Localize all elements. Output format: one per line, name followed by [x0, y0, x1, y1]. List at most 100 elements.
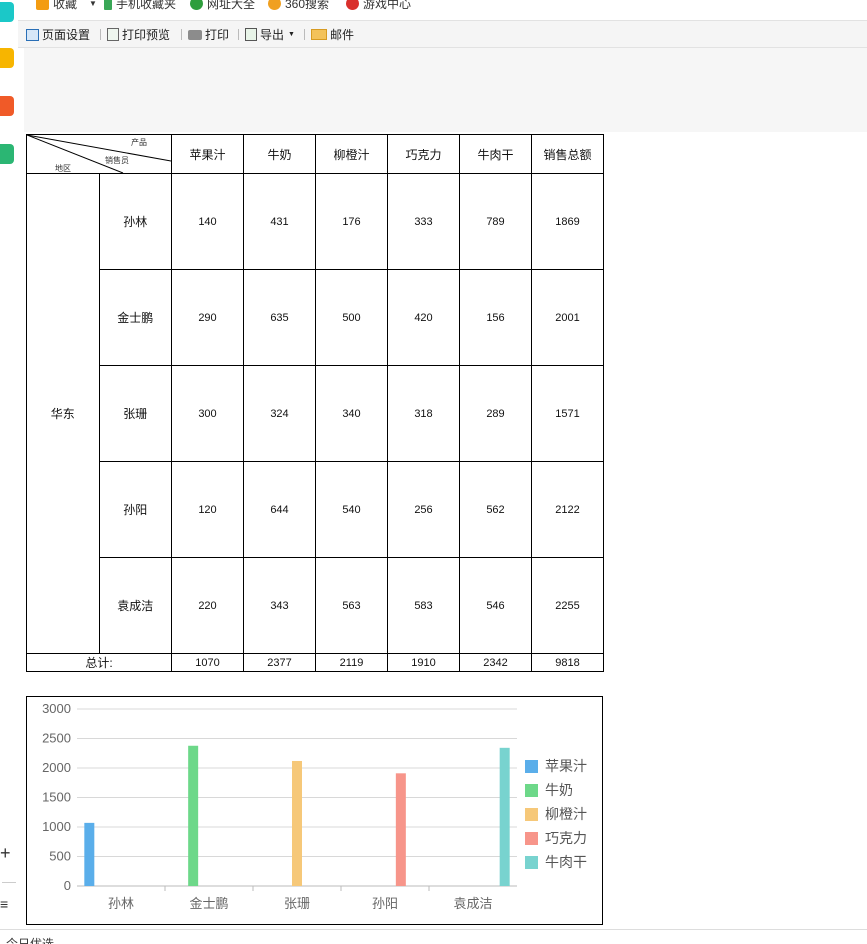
menu-icon[interactable]: ≡: [0, 896, 8, 912]
legend-label: 巧克力: [545, 830, 587, 846]
toolbar-separator: [238, 29, 239, 40]
bar: [84, 822, 95, 886]
toolbar-separator: [100, 29, 101, 40]
column-header: 巧克力: [387, 134, 460, 174]
mobile-favorites-label: 手机收藏夹: [116, 0, 177, 11]
page-setup-label: 页面设置: [42, 28, 91, 42]
total-cell: 1070: [171, 653, 244, 672]
envelope-icon: [311, 29, 327, 40]
mobile-favorites-link[interactable]: 手机收藏夹: [104, 0, 176, 12]
value-cell: 583: [387, 557, 460, 654]
report-header-area: [24, 48, 867, 132]
x-tick-label: 孙阳: [372, 896, 398, 911]
site-directory-icon: [190, 0, 203, 10]
legend-swatch: [525, 831, 538, 845]
phone-icon: [104, 0, 112, 10]
legend-label: 柳橙汁: [545, 806, 587, 822]
value-cell: 431: [243, 173, 316, 270]
bar: [395, 773, 406, 886]
diagonal-lines: [27, 135, 171, 173]
legend-item[interactable]: 巧克力: [525, 826, 587, 850]
x-tick-label: 孙林: [108, 896, 134, 911]
y-tick-label: 1500: [42, 790, 71, 805]
corner-product-label: 产品: [131, 138, 147, 147]
value-cell: 540: [315, 461, 388, 558]
table-row: 袁成洁 220 343 563 583 546 2255: [27, 557, 604, 654]
report-toolbar: 页面设置 打印预览 打印 导出 ▼ 邮件: [18, 20, 867, 48]
game-center-link[interactable]: 游戏中心: [346, 0, 411, 12]
weibo-icon[interactable]: [0, 96, 14, 116]
chat-app-icon[interactable]: [0, 2, 14, 22]
table-row: 金士鹏 290 635 500 420 156 2001: [27, 269, 604, 366]
grand-total-cell: 9818: [531, 653, 604, 672]
value-cell: 562: [459, 461, 532, 558]
favorites-button[interactable]: 收藏 ▼: [36, 0, 97, 12]
favorites-label: 收藏: [53, 0, 78, 11]
total-cell: 2342: [459, 653, 532, 672]
row-total-cell: 2122: [531, 461, 604, 558]
row-total-cell: 2001: [531, 269, 604, 366]
print-preview-button[interactable]: 打印预览: [107, 26, 170, 43]
legend-item[interactable]: 苹果汁: [525, 754, 587, 778]
value-cell: 500: [315, 269, 388, 366]
salesperson-cell: 张珊: [98, 365, 172, 462]
toolbar-separator: [304, 29, 305, 40]
y-tick-label: 0: [64, 878, 71, 893]
salesperson-cell: 孙林: [98, 173, 172, 270]
y-tick-label: 3000: [42, 701, 71, 716]
legend-label: 牛奶: [545, 782, 573, 798]
mail-button[interactable]: 邮件: [311, 26, 354, 43]
print-preview-label: 打印预览: [122, 28, 171, 42]
legend-label: 牛肉干: [545, 854, 587, 870]
total-cell: 2377: [243, 653, 316, 672]
value-cell: 324: [243, 365, 316, 462]
diagonal-header-cell: 产品 销售员 地区: [26, 134, 172, 174]
table-row: 张珊 300 324 340 318 289 1571: [27, 365, 604, 462]
chart-legend: 苹果汁牛奶柳橙汁巧克力牛肉干: [525, 754, 587, 874]
page-setup-button[interactable]: 页面设置: [26, 26, 90, 43]
region-cell: 华东: [26, 173, 100, 654]
value-cell: 290: [171, 269, 244, 366]
favorites-bar: 收藏 ▼ 手机收藏夹 网址大全 360搜索 游戏中心: [18, 0, 867, 18]
column-header: 柳橙汁: [315, 134, 388, 174]
salesperson-cell: 金士鹏: [98, 269, 172, 366]
bar: [188, 745, 199, 886]
value-cell: 789: [459, 173, 532, 270]
export-button[interactable]: 导出 ▼: [245, 26, 295, 43]
legend-item[interactable]: 牛奶: [525, 778, 587, 802]
bar: [499, 747, 510, 886]
printer-icon: [188, 29, 202, 40]
print-button[interactable]: 打印: [188, 26, 229, 43]
header-row: 产品 销售员 地区 苹果汁 牛奶 柳橙汁 巧克力 牛肉干 销售总额: [26, 134, 604, 174]
row-total-cell: 2255: [531, 557, 604, 654]
search-360-link[interactable]: 360搜索: [268, 0, 329, 12]
table-row: 孙阳 120 644 540 256 562 2122: [27, 461, 604, 558]
column-header: 苹果汁: [171, 134, 244, 174]
value-cell: 333: [387, 173, 460, 270]
total-cell: 2119: [315, 653, 388, 672]
legend-item[interactable]: 柳橙汁: [525, 802, 587, 826]
toolbar-separator: [181, 29, 182, 40]
legend-item[interactable]: 牛肉干: [525, 850, 587, 874]
table-row: 华东 孙林 140 431 176 333 789 1869: [26, 173, 604, 654]
mail-app-icon[interactable]: [0, 144, 14, 164]
add-icon[interactable]: +: [0, 844, 11, 862]
site-directory-label: 网址大全: [207, 0, 256, 11]
x-tick-label: 金士鹏: [189, 896, 228, 911]
legend-swatch: [525, 783, 538, 797]
print-label: 打印: [205, 28, 230, 42]
column-header: 销售总额: [531, 134, 604, 174]
site-directory-link[interactable]: 网址大全: [190, 0, 255, 12]
export-icon: [245, 28, 257, 41]
corner-region-label: 地区: [55, 164, 71, 173]
value-cell: 156: [459, 269, 532, 366]
value-cell: 289: [459, 365, 532, 462]
value-cell: 563: [315, 557, 388, 654]
export-dropdown-icon[interactable]: ▼: [288, 31, 295, 38]
print-preview-icon: [107, 28, 119, 41]
favorites-star-icon[interactable]: [0, 48, 14, 68]
chevron-down-icon[interactable]: ▼: [89, 0, 97, 8]
mail-label: 邮件: [330, 28, 355, 42]
salesperson-cell: 袁成洁: [98, 557, 172, 654]
row-total-cell: 1571: [531, 365, 604, 462]
